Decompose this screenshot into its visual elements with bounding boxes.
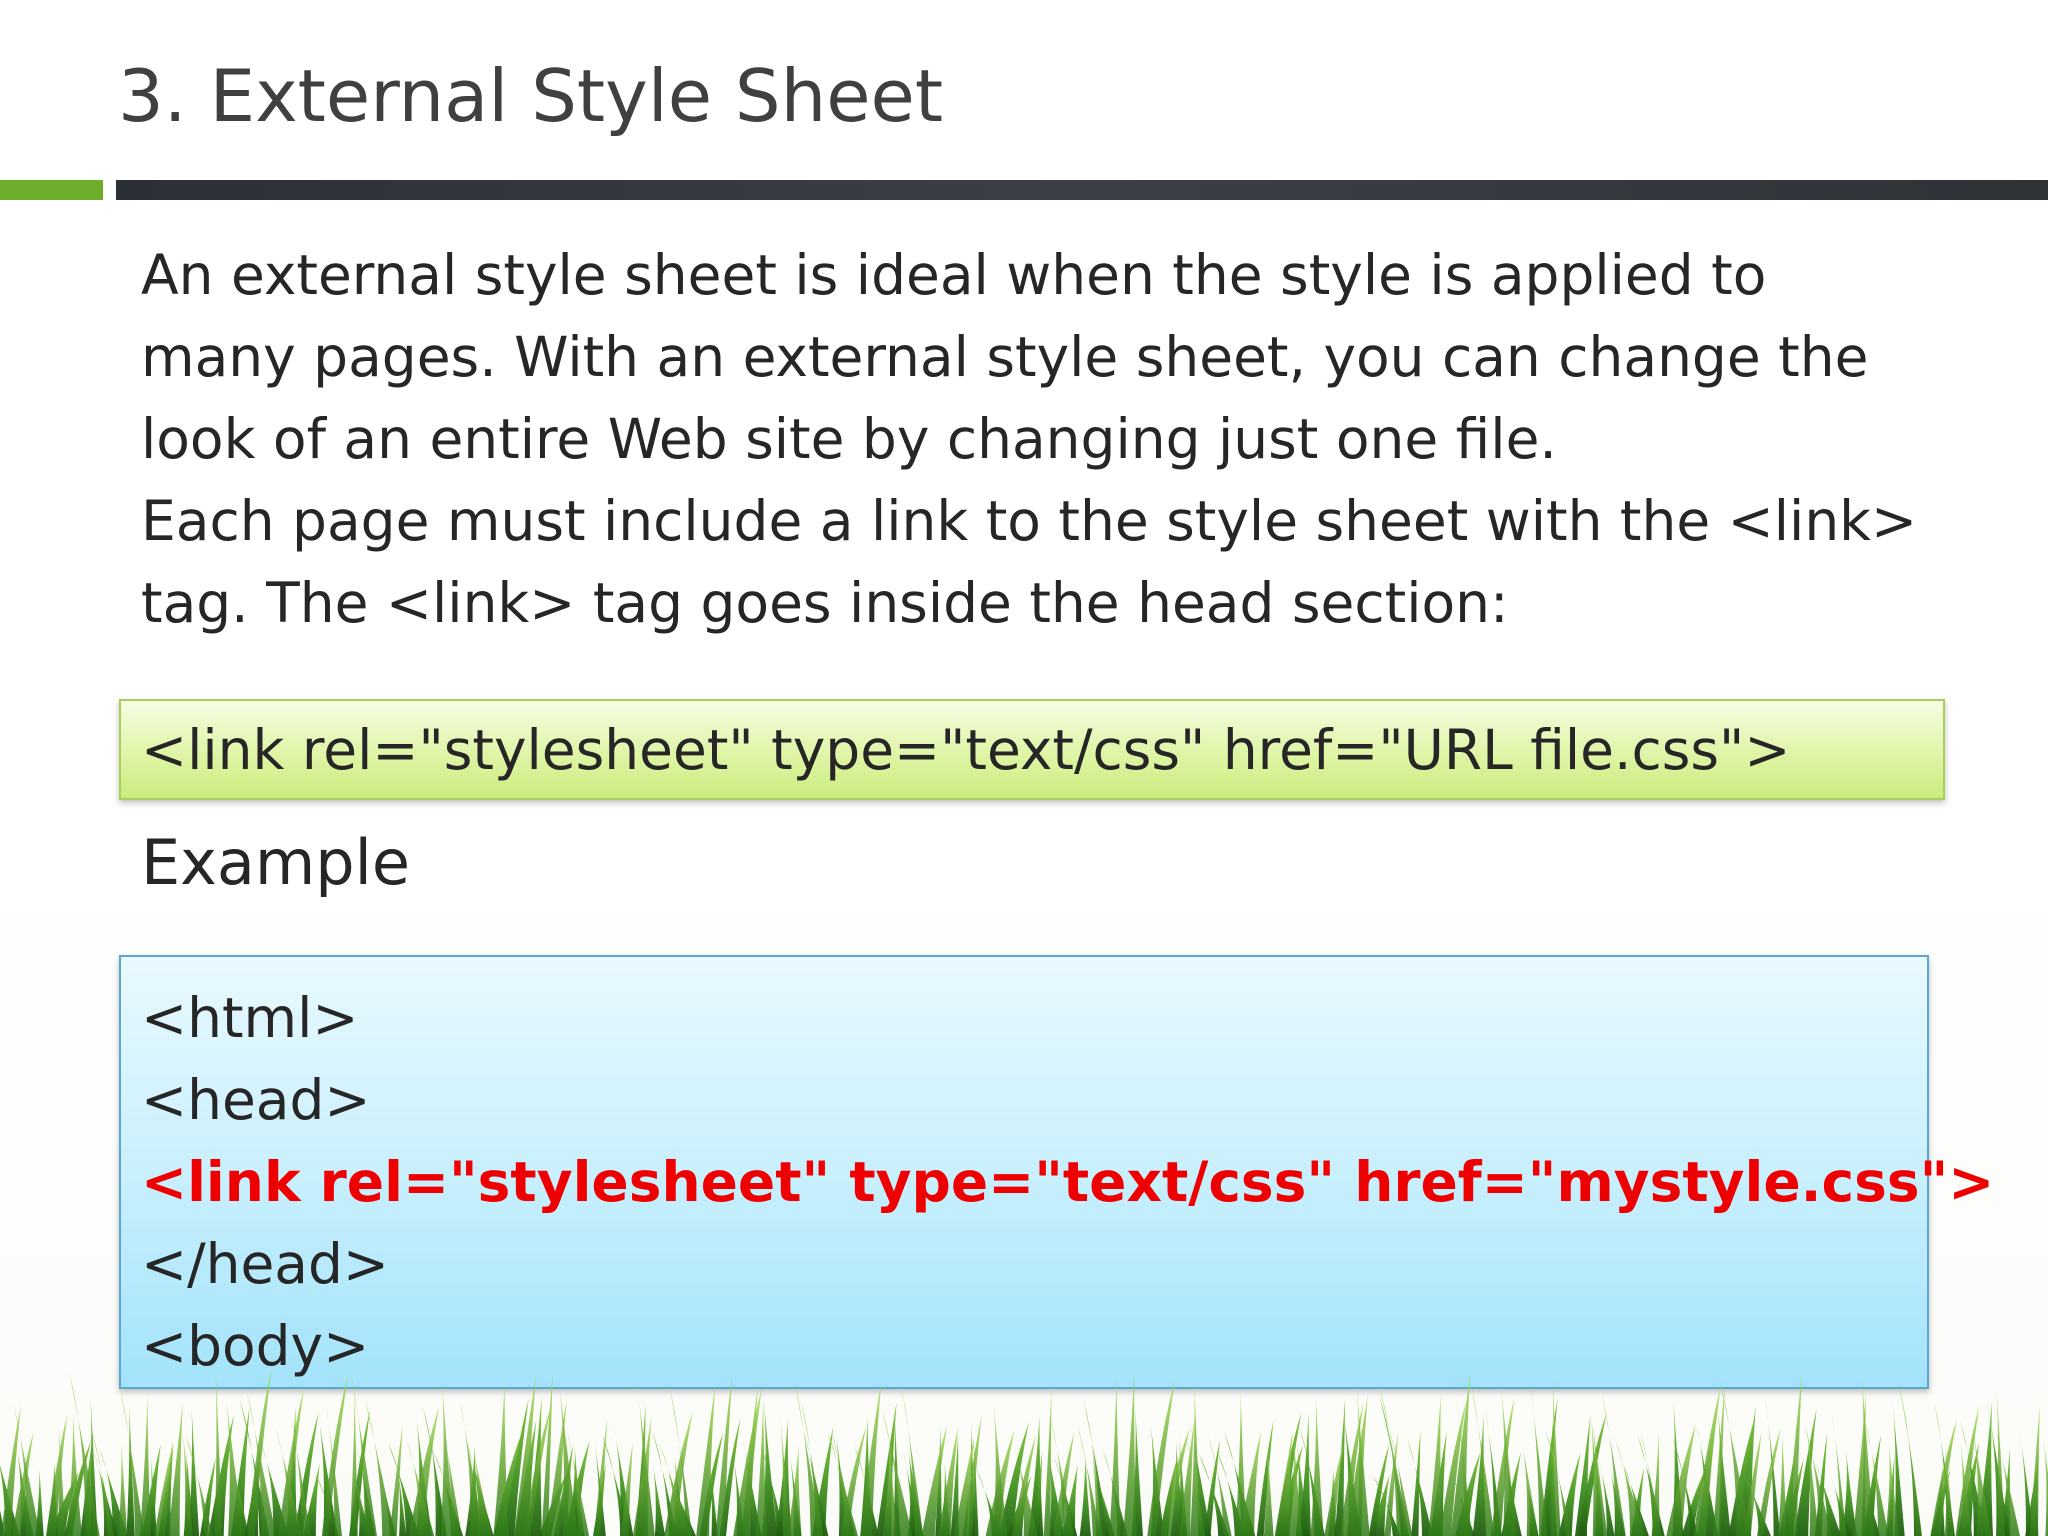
grass-blade bbox=[139, 1396, 151, 1536]
grass-blade bbox=[118, 1444, 128, 1536]
example-code-box: <html> <head> <link rel="stylesheet" typ… bbox=[119, 955, 1994, 1389]
example-code-line: <html> bbox=[141, 986, 359, 1050]
example-code-line: </head> bbox=[141, 1232, 390, 1296]
grass-blade bbox=[860, 1381, 882, 1536]
grass-blade bbox=[787, 1445, 802, 1536]
grass-blade bbox=[349, 1393, 358, 1536]
grass-blade bbox=[652, 1461, 666, 1536]
title-accent-green-bar bbox=[0, 180, 103, 200]
grass-blade bbox=[1407, 1438, 1433, 1536]
grass-blade bbox=[214, 1370, 223, 1536]
grass-blade bbox=[1089, 1430, 1103, 1536]
syntax-code-box: <link rel="stylesheet" type="text/css" h… bbox=[119, 699, 1945, 800]
grass-blade bbox=[1079, 1455, 1091, 1536]
grass-blade bbox=[1123, 1371, 1137, 1536]
grass-blade bbox=[1601, 1393, 1626, 1536]
grass-blade bbox=[1520, 1435, 1539, 1536]
grass-blade bbox=[1109, 1377, 1121, 1536]
title-accent-dark-bar bbox=[116, 180, 2048, 200]
body-line: tag. The <link> tag goes inside the head… bbox=[141, 571, 1509, 635]
syntax-code-line: <link rel="stylesheet" type="text/css" h… bbox=[141, 718, 1791, 782]
body-line: Each page must include a link to the sty… bbox=[141, 489, 1918, 553]
grass-blade bbox=[1043, 1389, 1052, 1536]
grass-blade bbox=[1996, 1387, 2006, 1536]
example-heading: Example bbox=[141, 826, 410, 899]
body-paragraph: An external style sheet is ideal when th… bbox=[141, 234, 1931, 644]
grass-blade bbox=[1299, 1412, 1311, 1536]
grass-blade bbox=[2029, 1405, 2040, 1536]
slide-title: 3. External Style Sheet bbox=[118, 54, 944, 138]
grass-blade bbox=[1778, 1434, 1787, 1536]
grass-blade bbox=[493, 1380, 509, 1536]
grass-decoration bbox=[0, 1370, 2048, 1536]
body-line: many pages. With an external style sheet… bbox=[141, 325, 1869, 389]
grass-blade bbox=[594, 1418, 608, 1536]
grass-blade bbox=[1428, 1393, 1442, 1536]
body-line: An external style sheet is ideal when th… bbox=[141, 243, 1767, 307]
slide: 3. External Style Sheet An external styl… bbox=[0, 0, 2048, 1536]
example-code-lines: <html> <head> <link rel="stylesheet" typ… bbox=[141, 977, 1994, 1387]
grass-blade bbox=[1310, 1396, 1324, 1536]
body-line: look of an entire Web site by changing j… bbox=[141, 407, 1557, 471]
example-code-line-highlighted: <link rel="stylesheet" type="text/css" h… bbox=[141, 1150, 1995, 1214]
example-code-line: <head> bbox=[141, 1068, 371, 1132]
grass-blade bbox=[962, 1415, 982, 1536]
grass-blade bbox=[182, 1426, 193, 1536]
grass-blade bbox=[2043, 1435, 2048, 1536]
